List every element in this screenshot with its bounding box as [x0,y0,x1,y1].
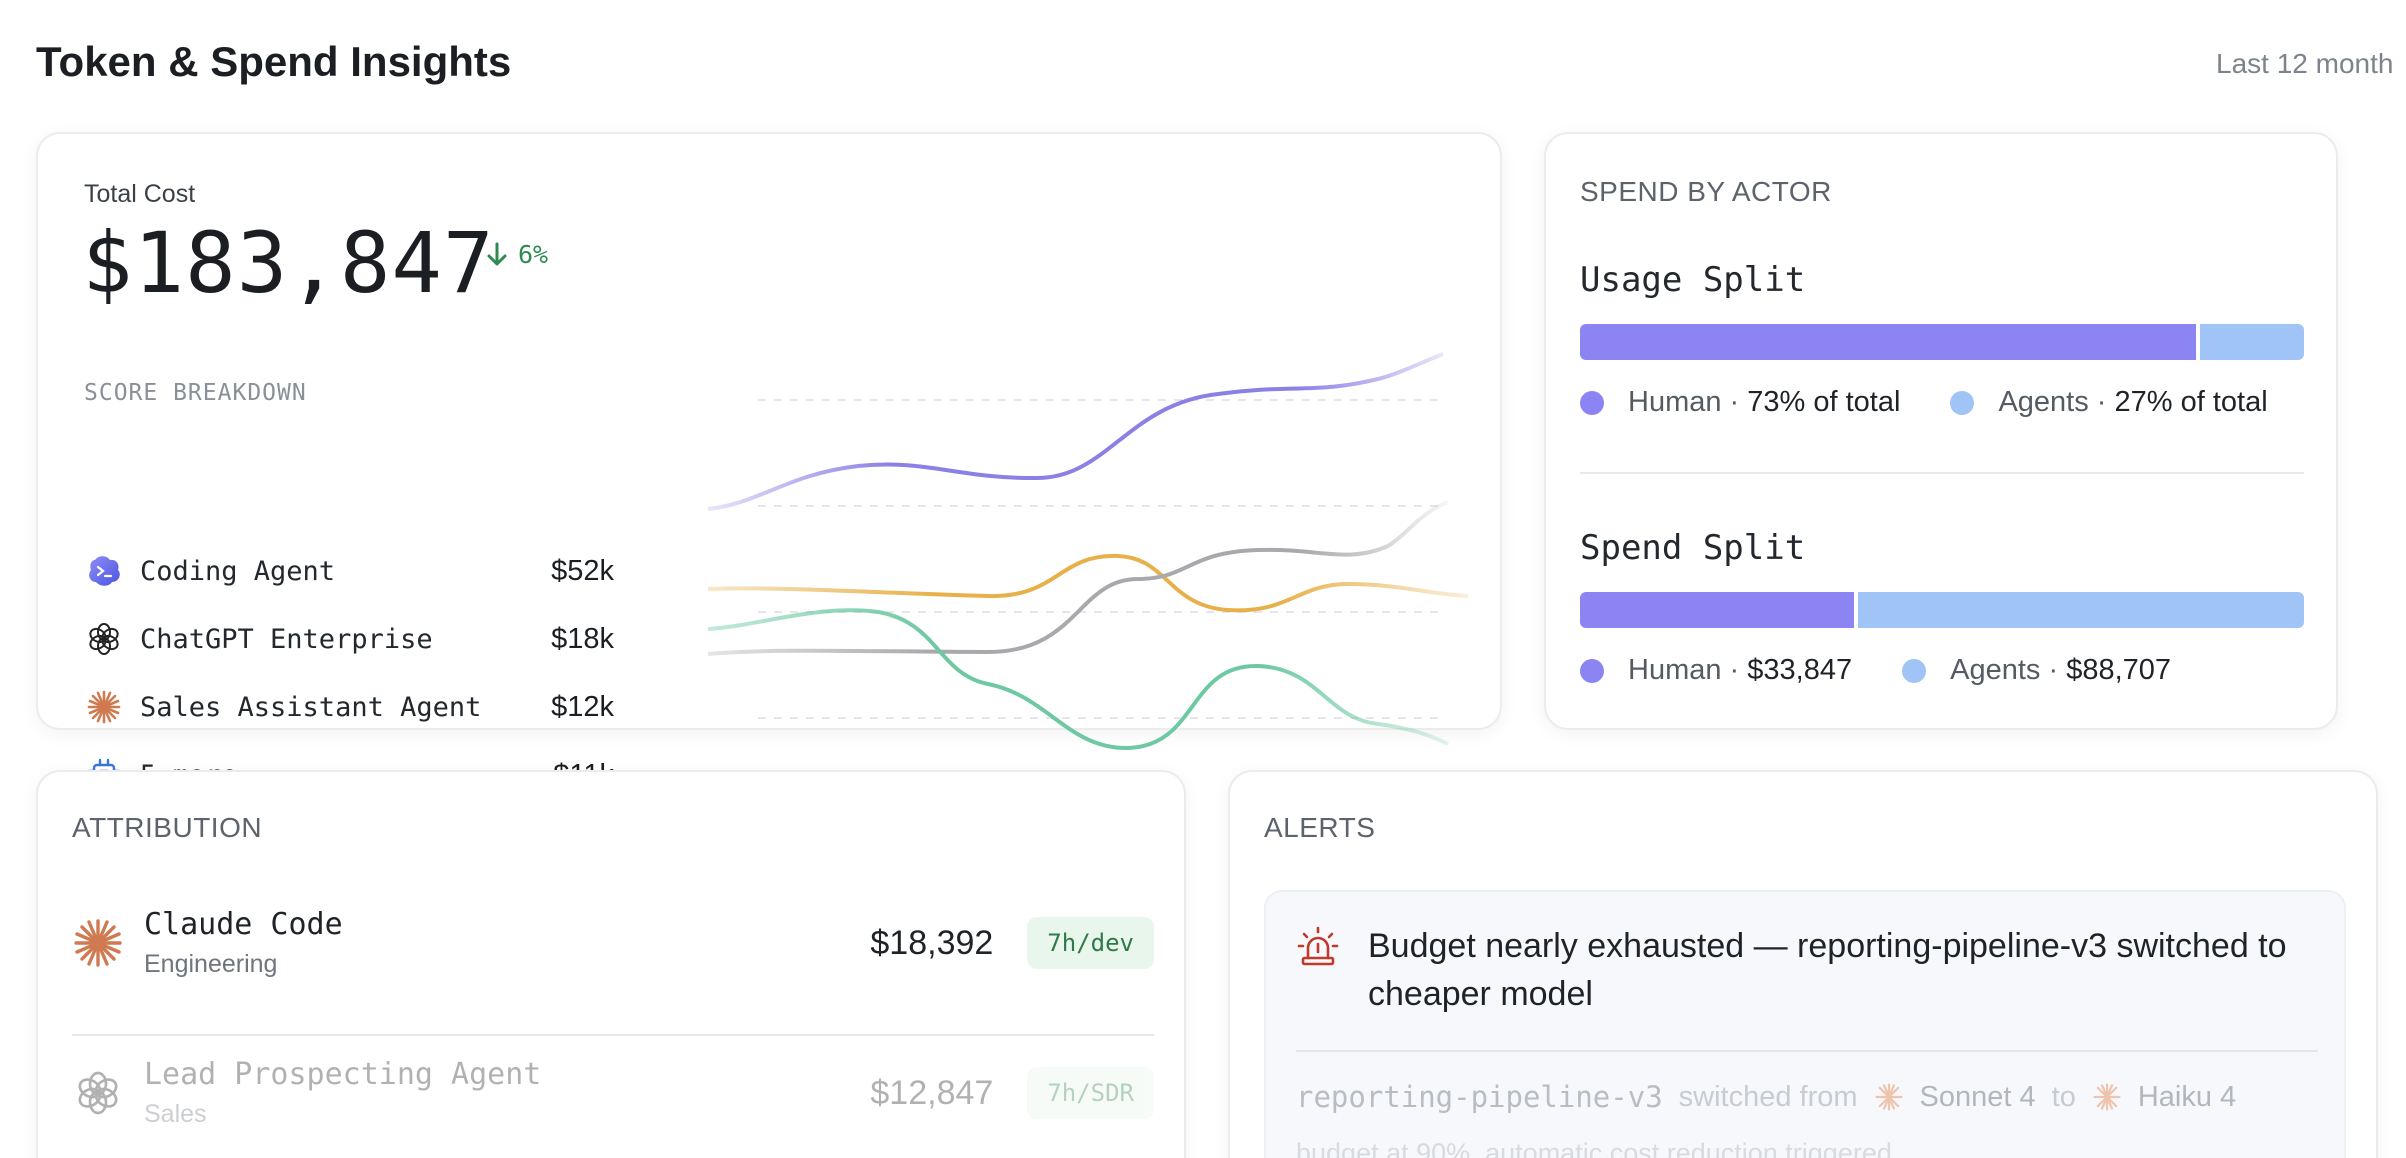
usage-split-bar[interactable] [1580,324,2304,360]
alert-to-model: Haiku 4 [2137,1080,2237,1113]
openai-icon [72,1067,124,1119]
openai-icon [84,619,124,659]
usage-human-segment[interactable] [1580,324,2196,360]
breakdown-value: $18k [551,622,614,655]
attribution-badge: 7h/SDR [1027,1067,1154,1119]
breakdown-row[interactable]: Coding Agent $52k [84,546,614,596]
claude-icon [2093,1083,2121,1111]
agents-dot [1950,390,1975,415]
agents-dot [1902,658,1927,683]
breakdown-value: $12k [551,690,614,723]
alert-item[interactable]: Budget nearly exhausted — reporting-pipe… [1264,890,2346,1158]
trend-chart [707,352,1469,751]
usage-split-title: Usage Split [1580,260,1806,300]
breakdown-value: $52k [551,554,614,587]
spend-agents-segment[interactable] [1857,592,2304,628]
alert-to-text: to [2051,1080,2076,1113]
arrow-down-icon [487,242,507,265]
siren-icon [1297,926,1339,966]
legend-human-label: Human [1628,654,1722,686]
spend-split-bar[interactable] [1580,592,2304,628]
attribution-badge: 7h/dev [1027,917,1154,969]
coding-agent-icon [84,551,124,591]
alert-switched-text: switched from [1678,1080,1858,1113]
usage-legend: Human · 73% of total Agents · 27% of tot… [1580,386,2268,419]
claude-icon [72,917,124,969]
legend-human-value: 73% of total [1747,386,1901,418]
attribution-team: Engineering [144,950,278,978]
legend-human-value: $33,847 [1747,654,1853,686]
legend-agents-label: Agents [1998,386,2089,418]
spend-legend: Human · $33,847 Agents · $88,707 [1580,654,2171,687]
attribution-row[interactable]: Lead Prospecting Agent Sales $12,847 7h/… [72,1038,1154,1148]
section-title: ALERTS [1264,812,1376,843]
cost-delta: 6% [486,240,548,269]
divider [72,1034,1154,1036]
total-cost-card: Total Cost $183,847 6% SCORE BREAKDOWN C… [36,132,1502,792]
spend-by-actor-card: SPEND BY ACTOR Usage Split Human · 73% o… [1544,132,2338,730]
section-title: ATTRIBUTION [72,812,263,843]
attribution-row[interactable]: Claude Code Engineering $18,392 7h/dev [72,888,1154,998]
attribution-team: Sales [144,1100,207,1128]
breakdown-name: ChatGPT Enterprise [140,623,433,655]
divider [1296,1050,2318,1052]
attribution-name: Lead Prospecting Agent [144,1057,542,1092]
claude-icon [1874,1083,1903,1111]
alert-detail: reporting-pipeline-v3 switched from Sonn… [1296,1080,2236,1114]
alert-pipeline: reporting-pipeline-v3 [1296,1080,1663,1114]
alert-note: budget at 90%, automatic cost reduction … [1296,1138,1892,1158]
breakdown-row[interactable]: Sales Assistant Agent $12k [84,682,614,732]
legend-agents-label: Agents [1950,654,2041,686]
trend-line-green [707,608,1449,751]
human-dot [1580,658,1604,683]
legend-agents-value: 27% of total [2114,386,2268,418]
trend-line-purple [707,352,1444,511]
attribution-card: ATTRIBUTION Claude Code Engineering $18,… [36,770,1186,1158]
breakdown-name: Sales Assistant Agent [140,691,482,723]
breakdown-row[interactable]: ChatGPT Enterprise $18k [84,614,614,664]
trend-line-gray [707,500,1449,656]
legend-human-label: Human [1628,386,1722,418]
alert-title: Budget nearly exhausted — reporting-pipe… [1368,927,2287,1013]
alerts-card: ALERTS Budget nearly exhausted — reporti… [1228,770,2378,1158]
attribution-name: Claude Code [144,907,343,942]
divider [1580,472,2304,474]
breakdown-name: Coding Agent [140,555,336,587]
page-title: Token & Spend Insights [36,38,512,85]
date-range[interactable]: Last 12 month [2216,48,2406,80]
attribution-amount: $18,392 [870,923,994,962]
total-cost-value: $183,847 [82,214,495,312]
total-cost-label: Total Cost [84,180,196,208]
legend-agents-value: $88,707 [2066,654,2172,686]
alert-from-model: Sonnet 4 [1919,1080,2036,1113]
usage-agents-segment[interactable] [2199,324,2304,360]
spend-human-segment[interactable] [1580,592,1854,628]
breakdown-title: SCORE BREAKDOWN [84,380,307,406]
section-title: SPEND BY ACTOR [1580,176,1832,207]
human-dot [1580,390,1604,415]
sunburst-icon [84,687,124,727]
cost-delta-value: 6% [518,240,549,269]
attribution-amount: $12,847 [870,1073,994,1112]
spend-split-title: Spend Split [1580,528,1806,568]
